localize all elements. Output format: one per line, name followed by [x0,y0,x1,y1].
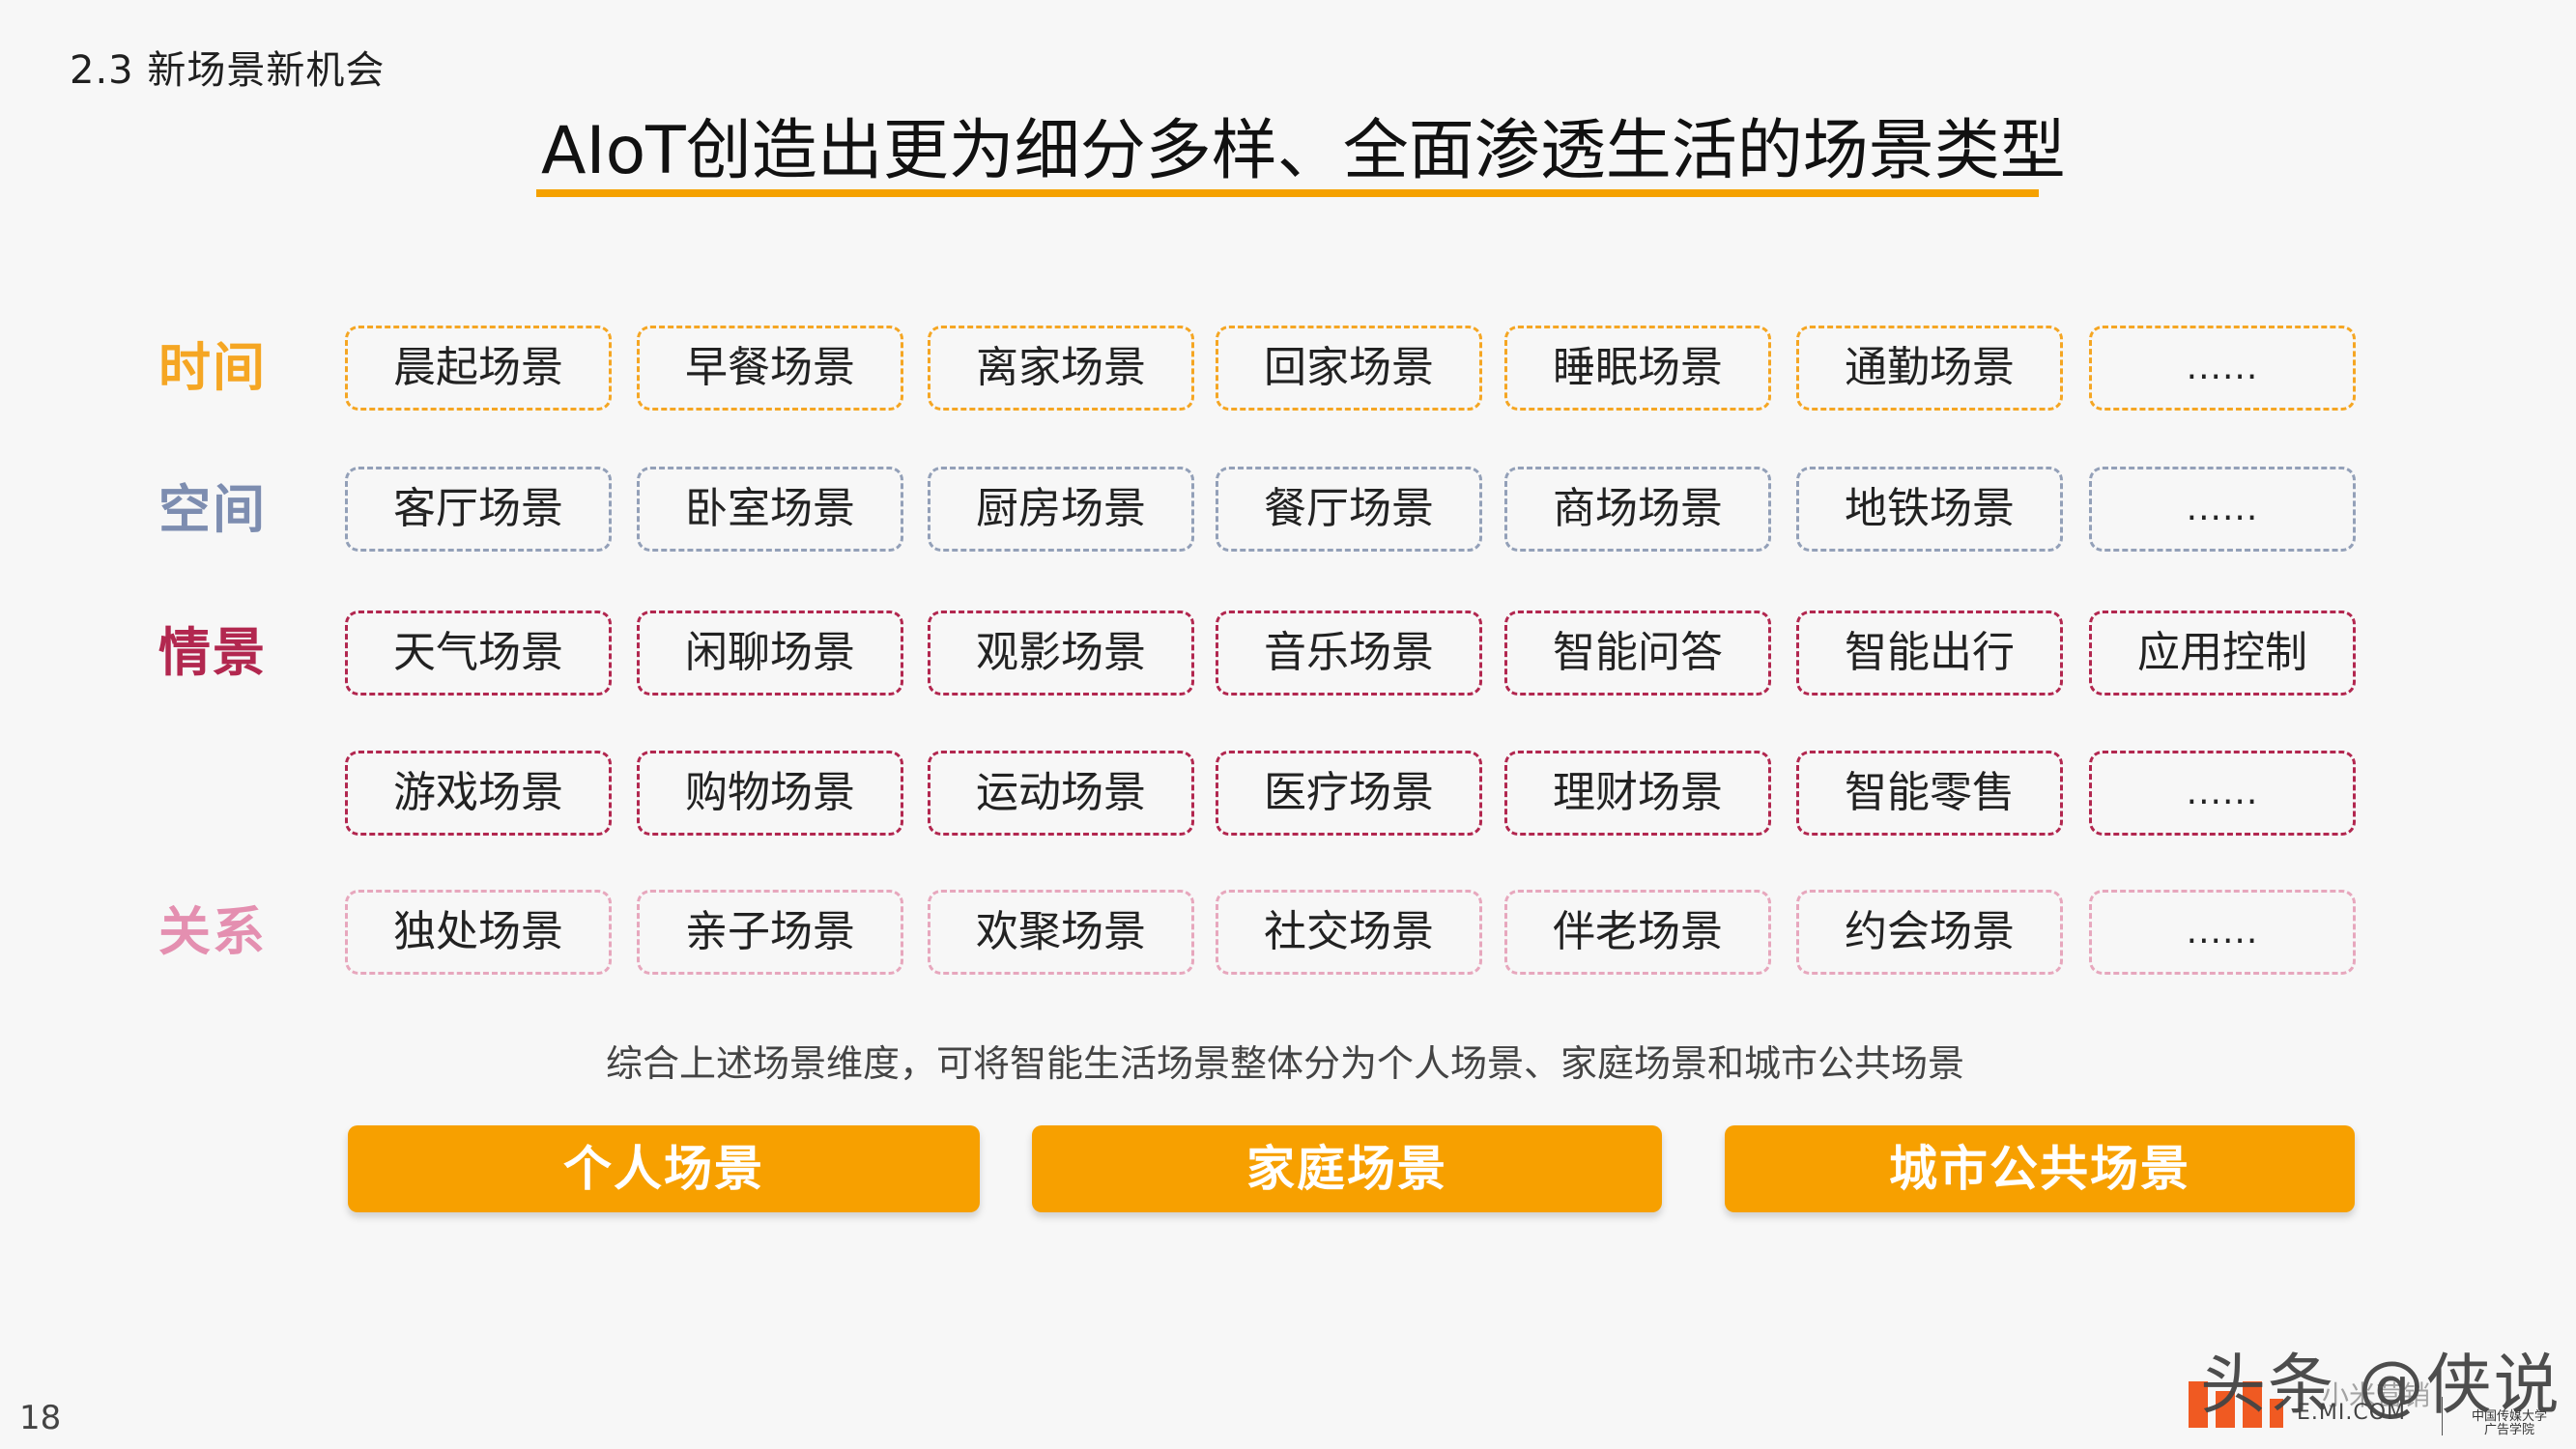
scene-cell: 亲子场景 [637,890,903,975]
category-home: 家庭场景 [1032,1125,1662,1212]
scene-cell: 通勤场景 [1796,326,2063,411]
scene-cell: 离家场景 [928,326,1194,411]
scene-cell: 社交场景 [1216,890,1482,975]
ellipsis-cell: ...... [2089,467,2356,552]
scene-cell: 独处场景 [345,890,612,975]
watermark-text: 头条 @侠说 [2200,1348,2562,1424]
scene-cell: 应用控制 [2089,611,2356,696]
scene-cell: 观影场景 [928,611,1194,696]
scene-cell: 智能出行 [1796,611,2063,696]
scene-cell: 伴老场景 [1504,890,1771,975]
section-label: 2.3 新场景新机会 [70,48,386,93]
scene-cell: 回家场景 [1216,326,1482,411]
scene-cell: 闲聊场景 [637,611,903,696]
scene-cell: 天气场景 [345,611,612,696]
page-number: 18 [19,1399,62,1437]
scene-cell: 约会场景 [1796,890,2063,975]
scene-cell: 智能问答 [1504,611,1771,696]
title-underline [536,189,2039,197]
scene-cell: 早餐场景 [637,326,903,411]
scene-cell: 卧室场景 [637,467,903,552]
scene-cell: 运动场景 [928,751,1194,836]
scene-cell: 餐厅场景 [1216,467,1482,552]
scene-cell: 地铁场景 [1796,467,2063,552]
scene-cell: 厨房场景 [928,467,1194,552]
row-label-scenario: 情景 [158,622,267,683]
scene-cell: 睡眠场景 [1504,326,1771,411]
summary-text: 综合上述场景维度，可将智能生活场景整体分为个人场景、家庭场景和城市公共场景 [605,1042,1964,1085]
category-personal: 个人场景 [348,1125,980,1212]
ellipsis-cell: ...... [2089,751,2356,836]
scene-cell: 理财场景 [1504,751,1771,836]
scene-cell: 欢聚场景 [928,890,1194,975]
scene-cell: 客厅场景 [345,467,612,552]
scene-cell: 商场场景 [1504,467,1771,552]
scene-cell: 晨起场景 [345,326,612,411]
row-label-relationship: 关系 [158,901,267,962]
watermark: 小米营销 E.MI.COM 中国传媒大学 广告学院 头条 @侠说 [2189,1331,2560,1437]
category-city-public: 城市公共场景 [1725,1125,2355,1212]
scene-cell: 购物场景 [637,751,903,836]
scene-cell: 游戏场景 [345,751,612,836]
row-label-space: 空间 [158,479,267,540]
scene-cell: 智能零售 [1796,751,2063,836]
scene-cell: 音乐场景 [1216,611,1482,696]
scene-cell: 医疗场景 [1216,751,1482,836]
row-label-time: 时间 [158,337,267,398]
ellipsis-cell: ...... [2089,890,2356,975]
ellipsis-cell: ...... [2089,326,2356,411]
page-title: AIoT创造出更为细分多样、全面渗透生活的场景类型 [541,113,2066,189]
